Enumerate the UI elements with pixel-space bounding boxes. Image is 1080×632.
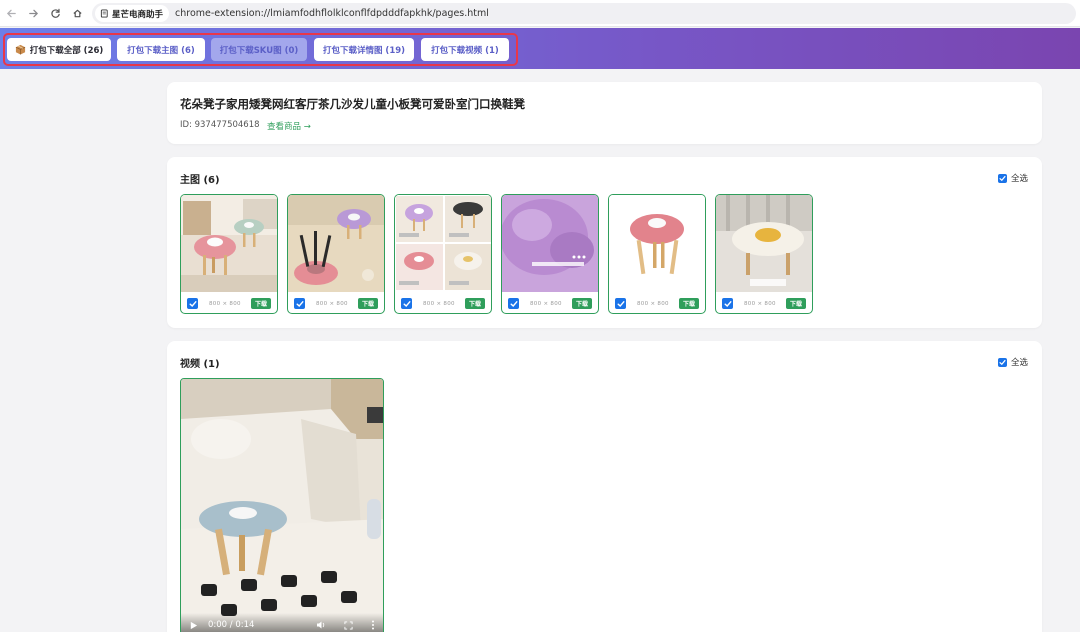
checkbox-checked-icon[interactable]: [997, 357, 1007, 367]
image-tile[interactable]: 800 × 800 下载: [608, 194, 706, 314]
checkbox-checked-icon[interactable]: [997, 173, 1007, 183]
download-detail-images-button[interactable]: 打包下载详情图 (19): [314, 38, 414, 61]
image-tile[interactable]: 800 × 800 下载: [394, 194, 492, 314]
image-download-button[interactable]: 下载: [250, 298, 271, 309]
videos-section: 视频 (1) 全选 0:00 / 0:14: [167, 341, 1042, 632]
videos-select-all[interactable]: 全选: [997, 356, 1028, 368]
home-icon[interactable]: [66, 2, 88, 24]
image-dimensions: 800 × 800: [530, 300, 562, 307]
image-download-button[interactable]: 下载: [678, 298, 699, 309]
image-checkbox[interactable]: [508, 298, 519, 309]
image-dimensions: 800 × 800: [423, 300, 455, 307]
image-checkbox[interactable]: [401, 298, 412, 309]
browser-toolbar: 星芒电商助手 chrome-extension://lmiamfodhflolk…: [0, 0, 1080, 27]
volume-icon[interactable]: [316, 620, 326, 630]
image-tile[interactable]: 800 × 800 下载: [715, 194, 813, 314]
view-product-link[interactable]: 查看商品 →: [267, 120, 311, 132]
select-all-label: 全选: [1010, 358, 1028, 368]
download-all-button[interactable]: 打包下载全部 (26): [7, 38, 111, 61]
download-videos-label: 打包下载视频 (1): [431, 45, 499, 56]
image-tile[interactable]: 800 × 800 下载: [287, 194, 385, 314]
package-icon: [15, 44, 25, 55]
address-bar[interactable]: 星芒电商助手 chrome-extension://lmiamfodhflolk…: [92, 3, 1076, 24]
extension-icon: [100, 9, 108, 18]
product-image[interactable]: [288, 195, 384, 292]
image-tile[interactable]: 800 × 800 下载: [180, 194, 278, 314]
fullscreen-icon[interactable]: [344, 620, 353, 630]
download-main-label: 打包下载主图 (6): [127, 45, 195, 56]
image-dimensions: 800 × 800: [316, 300, 348, 307]
video-player[interactable]: 0:00 / 0:14: [180, 378, 384, 632]
play-icon[interactable]: [189, 621, 198, 630]
back-icon[interactable]: [0, 2, 22, 24]
product-title: 花朵凳子家用矮凳网红客厅茶几沙发儿童小板凳可爱卧室门口换鞋凳: [180, 97, 525, 111]
product-image[interactable]: [181, 195, 277, 292]
download-sku-label: 打包下载SKU图 (0): [219, 45, 299, 56]
videos-title: 视频 (1): [180, 359, 220, 370]
image-dimensions: 800 × 800: [637, 300, 669, 307]
download-sku-images-button[interactable]: 打包下载SKU图 (0): [211, 38, 307, 61]
product-id: ID: 937477504618: [180, 120, 260, 130]
url-text: chrome-extension://lmiamfodhflolklconflf…: [175, 8, 489, 19]
main-images-title: 主图 (6): [180, 175, 220, 186]
download-toolbar: 打包下载全部 (26) 打包下载主图 (6) 打包下载SKU图 (0) 打包下载…: [0, 28, 1080, 69]
reload-icon[interactable]: [44, 2, 66, 24]
more-options-icon[interactable]: [371, 620, 375, 630]
download-all-label: 打包下载全部 (26): [29, 45, 104, 56]
main-images-section: 主图 (6) 全选 800 × 800 下载 800 × 800 下载 800 …: [167, 157, 1042, 328]
image-download-button[interactable]: 下载: [464, 298, 485, 309]
image-checkbox[interactable]: [294, 298, 305, 309]
video-frame: [181, 379, 383, 632]
video-time: 0:00 / 0:14: [208, 620, 255, 630]
main-images-select-all[interactable]: 全选: [997, 172, 1028, 184]
product-image[interactable]: [716, 195, 812, 292]
image-dimensions: 800 × 800: [209, 300, 241, 307]
download-detail-label: 打包下载详情图 (19): [322, 45, 406, 56]
image-checkbox[interactable]: [187, 298, 198, 309]
image-download-button[interactable]: 下载: [571, 298, 592, 309]
select-all-label: 全选: [1010, 174, 1028, 184]
site-name: 星芒电商助手: [112, 9, 164, 20]
forward-icon[interactable]: [22, 2, 44, 24]
image-tile[interactable]: 800 × 800 下载: [501, 194, 599, 314]
image-checkbox[interactable]: [615, 298, 626, 309]
video-controls: 0:00 / 0:14: [181, 613, 383, 632]
image-checkbox[interactable]: [722, 298, 733, 309]
site-chip[interactable]: 星芒电商助手: [95, 5, 170, 22]
image-dimensions: 800 × 800: [744, 300, 776, 307]
download-main-images-button[interactable]: 打包下载主图 (6): [117, 38, 205, 61]
product-info-card: 花朵凳子家用矮凳网红客厅茶几沙发儿童小板凳可爱卧室门口换鞋凳 ID: 93747…: [167, 82, 1042, 144]
product-image[interactable]: [395, 195, 491, 292]
product-image[interactable]: [502, 195, 598, 292]
image-download-button[interactable]: 下载: [357, 298, 378, 309]
image-download-button[interactable]: 下载: [785, 298, 806, 309]
product-image[interactable]: [609, 195, 705, 292]
download-videos-button[interactable]: 打包下载视频 (1): [421, 38, 509, 61]
